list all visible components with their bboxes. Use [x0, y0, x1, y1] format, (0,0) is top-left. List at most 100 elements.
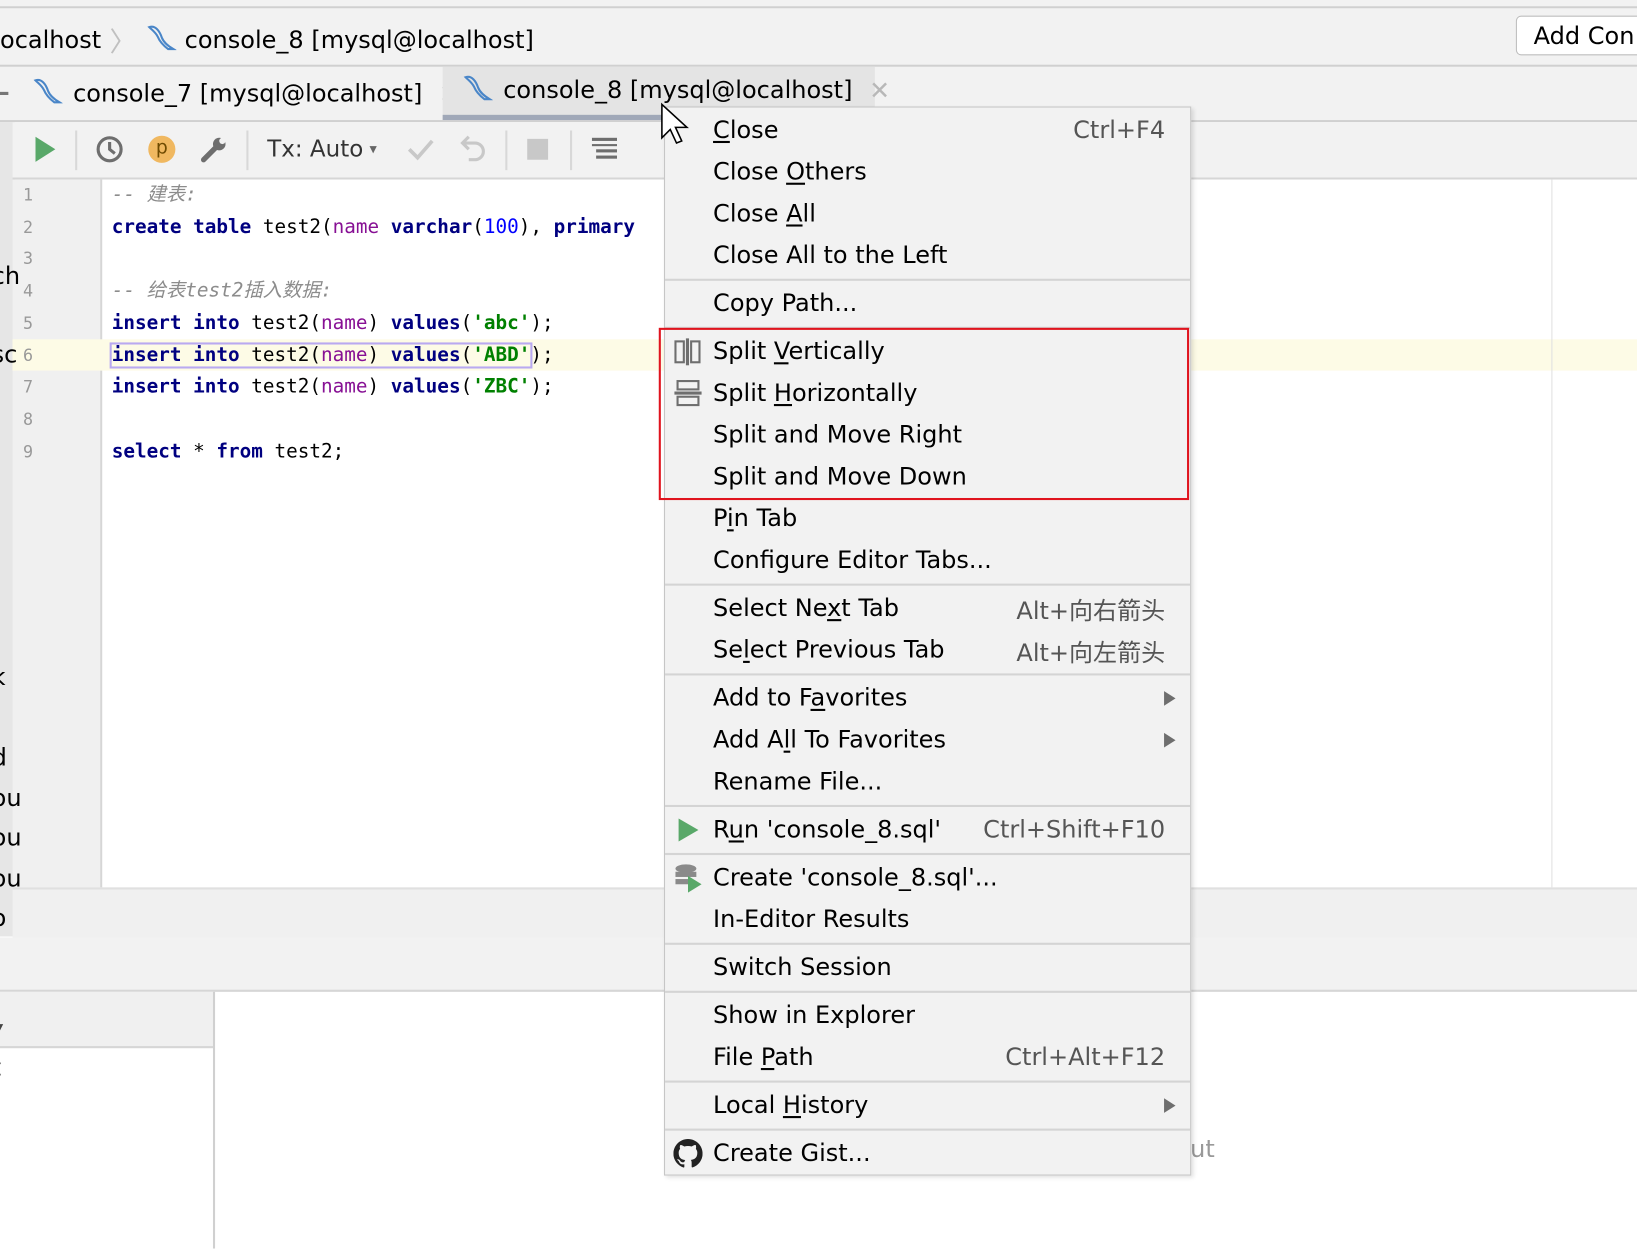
menu-item-configure-editor-tabs[interactable]: Configure Editor Tabs... [665, 540, 1190, 582]
menu-item-close-all-to-the-left[interactable]: Close All to the Left [665, 235, 1190, 277]
history-clock-icon[interactable] [94, 133, 125, 166]
code-token-kw: primary [553, 215, 636, 238]
add-configuration-button[interactable]: Add Con [1515, 15, 1637, 56]
code-token-kw: create table [111, 215, 263, 238]
mysql-dolphin-icon [31, 76, 64, 111]
menu-item-label: In-Editor Results [713, 906, 910, 934]
tab-scroll-indicator [0, 91, 9, 96]
right-margin-guide [1551, 179, 1553, 888]
menu-item-create-console-8-sql[interactable]: Create 'console_8.sql'... [665, 857, 1190, 899]
submenu-arrow-icon [1164, 732, 1176, 748]
menu-item-label: Switch Session [713, 954, 892, 982]
code-line[interactable]: insert into test2(name) values('ABD'); [109, 340, 554, 371]
clipped-text: ou [0, 824, 22, 852]
transaction-mode-dropdown[interactable]: Tx: Auto ▾ [267, 133, 384, 166]
menu-item-label: Configure Editor Tabs... [713, 547, 992, 575]
submenu-arrow-icon [1164, 691, 1176, 706]
menu-item-label: Close Others [713, 158, 867, 186]
code-token-id: test2; [274, 440, 345, 463]
code-token-id: ); [530, 376, 554, 398]
code-token-id: test2( [251, 376, 322, 398]
line-number: 4 [22, 280, 34, 301]
menu-item-select-next-tab[interactable]: Select Next Tab Alt+向右箭头 [665, 588, 1190, 630]
menu-item-rename-file[interactable]: Rename File... [665, 761, 1190, 803]
menu-item-local-history[interactable]: Local History [665, 1085, 1190, 1127]
line-number: 5 [22, 312, 34, 333]
code-token-kw: insert into [111, 311, 252, 334]
code-token-kw: insert into [111, 343, 252, 366]
commit-check-icon[interactable] [405, 133, 436, 166]
code-line[interactable]: -- 建表: [112, 180, 197, 211]
menu-item-select-previous-tab[interactable]: Select Previous Tab Alt+向左箭头 [665, 630, 1190, 672]
run-icon[interactable] [31, 133, 58, 166]
close-icon[interactable]: ✕ [869, 76, 890, 105]
menu-item-switch-session[interactable]: Switch Session [665, 947, 1190, 989]
menu-item-show-in-explorer[interactable]: Show in Explorer [665, 995, 1190, 1037]
tab-console-7[interactable]: console_7 [mysql@localhost] ✕ [13, 67, 460, 120]
clipped-text: o [0, 905, 6, 932]
menu-item-label: Create Gist... [713, 1140, 871, 1168]
code-token-id: ); [530, 311, 554, 334]
breadcrumb: ocalhost 〉 console_8 [mysql@localhost] [0, 21, 534, 60]
panel-divider[interactable] [212, 991, 216, 1249]
menu-item-close-others[interactable]: Close Others [665, 151, 1190, 193]
profile-badge-icon[interactable]: p [146, 133, 177, 166]
dropdown-arrow-icon[interactable]: ▾ [0, 1019, 3, 1036]
wrench-icon[interactable] [198, 133, 229, 166]
chevron-down-icon: ▾ [369, 140, 377, 158]
clipped-text: k [0, 664, 6, 691]
clipped-text: ou [0, 865, 22, 893]
line-number: 8 [22, 409, 34, 429]
clipped-text: t [0, 1054, 1, 1081]
run-icon [673, 815, 702, 844]
github-icon [673, 1139, 703, 1168]
menu-item-label: Show in Explorer [713, 1002, 915, 1030]
code-line[interactable]: create table test2(name varchar(100), pr… [112, 212, 635, 243]
menu-item-label: Select Next Tab [713, 595, 899, 623]
toolbar-separator [75, 130, 78, 171]
menu-item-label: File Path [713, 1044, 814, 1072]
code-line[interactable]: insert into test2(name) values('abc'); [112, 308, 554, 339]
mouse-cursor-icon [660, 102, 691, 150]
menu-item-pin-tab[interactable]: Pin Tab [665, 498, 1190, 540]
code-line[interactable]: insert into test2(name) values('ZBC'); [112, 372, 554, 403]
breadcrumb-item[interactable]: ocalhost [0, 27, 101, 54]
code-token-kw: values [390, 311, 461, 334]
menu-item-create-gist[interactable]: Create Gist... [665, 1133, 1190, 1175]
code-token-col: name [321, 376, 368, 398]
table-view-icon[interactable] [589, 133, 620, 166]
menu-item-add-all-to-favorites[interactable]: Add All To Favorites [665, 719, 1190, 761]
code-token-id: test2( [262, 215, 333, 238]
database-run-icon [673, 863, 702, 893]
menu-item-label: Add to Favorites [713, 684, 908, 713]
code-token-str: 'ZBC' [472, 376, 531, 398]
chevron-right-icon: 〉 [109, 27, 137, 59]
rollback-undo-icon[interactable] [457, 133, 488, 166]
menu-item-file-path[interactable]: File Path Ctrl+Alt+F12 [665, 1037, 1190, 1079]
stop-icon[interactable] [524, 133, 551, 166]
code-token-kw: values [390, 343, 461, 366]
menu-item-label: Close [713, 116, 779, 145]
menu-item-close-all[interactable]: Close All [665, 193, 1190, 235]
menu-item-run-console-8-sql[interactable]: Run 'console_8.sql' Ctrl+Shift+F10 [665, 809, 1190, 851]
profile-badge: p [148, 135, 176, 163]
line-number: 3 [22, 248, 34, 269]
menu-item-in-editor-results[interactable]: In-Editor Results [665, 899, 1190, 941]
menu-item-shortcut: Ctrl+F4 [1073, 116, 1166, 145]
menu-item-label: Create 'console_8.sql'... [713, 864, 998, 892]
code-token-col: name [332, 215, 391, 238]
code-token-cm: -- 建表: [111, 183, 197, 206]
menu-item-shortcut: Alt+向右箭头 [1016, 598, 1166, 626]
menu-item-close[interactable]: Close Ctrl+F4 [665, 110, 1190, 152]
ide-window: ocalhost 〉 console_8 [mysql@localhost] A… [0, 0, 1637, 1249]
code-line[interactable]: -- 给表test2插入数据: [112, 276, 333, 307]
menu-item-copy-path[interactable]: Copy Path... [665, 283, 1190, 325]
menu-item-add-to-favorites[interactable]: Add to Favorites [665, 678, 1190, 720]
clipped-text: ch [0, 263, 21, 291]
code-token-id: ( [460, 311, 473, 334]
code-line[interactable]: select * from test2; [112, 436, 345, 467]
code-token-id: test2( [251, 343, 322, 366]
breadcrumb-item[interactable]: console_8 [mysql@localhost] [185, 27, 534, 54]
menu-item-shortcut: Alt+向左箭头 [1016, 639, 1166, 668]
code-token-kw: varchar [390, 215, 473, 238]
